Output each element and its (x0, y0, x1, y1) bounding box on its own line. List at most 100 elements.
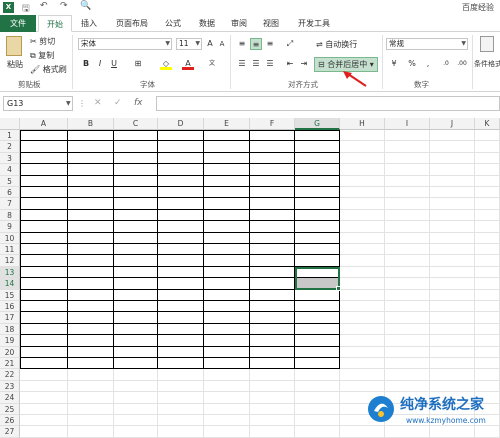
cell[interactable] (250, 221, 295, 232)
cell[interactable] (204, 244, 250, 255)
cell[interactable] (114, 187, 158, 198)
cell[interactable] (385, 267, 430, 278)
cell[interactable] (68, 426, 114, 437)
cell[interactable] (158, 187, 204, 198)
selected-range[interactable] (295, 267, 340, 290)
cell[interactable] (158, 358, 204, 369)
cell[interactable] (204, 187, 250, 198)
cell[interactable] (385, 244, 430, 255)
cell[interactable] (475, 301, 500, 312)
row-header-18[interactable]: 18 (0, 324, 20, 335)
cell[interactable] (114, 404, 158, 415)
cell[interactable] (475, 153, 500, 164)
cell[interactable] (250, 369, 295, 380)
cell[interactable] (68, 369, 114, 380)
row-header-26[interactable]: 26 (0, 415, 20, 426)
cell[interactable] (114, 426, 158, 437)
cell[interactable] (250, 426, 295, 437)
cell[interactable] (385, 324, 430, 335)
conditional-format-button[interactable]: 条件格式 (474, 59, 500, 69)
column-header-E[interactable]: E (204, 118, 250, 130)
cell[interactable] (295, 255, 340, 266)
cell[interactable] (295, 426, 340, 437)
currency-icon[interactable]: ¥ (388, 58, 400, 70)
cell[interactable] (340, 335, 385, 346)
column-header-A[interactable]: A (20, 118, 68, 130)
cell[interactable] (385, 221, 430, 232)
cell[interactable] (204, 426, 250, 437)
cell[interactable] (250, 233, 295, 244)
column-header-D[interactable]: D (158, 118, 204, 130)
cell[interactable] (385, 290, 430, 301)
cell[interactable] (114, 415, 158, 426)
cell[interactable] (158, 210, 204, 221)
cell[interactable] (295, 324, 340, 335)
cell[interactable] (20, 290, 68, 301)
cell[interactable] (475, 176, 500, 187)
cell[interactable] (114, 153, 158, 164)
cell[interactable] (204, 347, 250, 358)
cell[interactable] (158, 153, 204, 164)
cell[interactable] (158, 415, 204, 426)
row-header-23[interactable]: 23 (0, 381, 20, 392)
cell[interactable] (340, 358, 385, 369)
cell[interactable] (114, 278, 158, 289)
cell[interactable] (114, 164, 158, 175)
cell[interactable] (475, 198, 500, 209)
cell[interactable] (114, 301, 158, 312)
cell[interactable] (68, 301, 114, 312)
border-icon[interactable]: ⊞ (132, 58, 144, 70)
cell[interactable] (204, 255, 250, 266)
cell[interactable] (158, 369, 204, 380)
cell[interactable] (20, 210, 68, 221)
cell[interactable] (114, 233, 158, 244)
cell[interactable] (295, 221, 340, 232)
spreadsheet-grid[interactable]: ABCDEFGHIJK12345678910111213141516171819… (0, 118, 500, 432)
cell[interactable] (114, 335, 158, 346)
cell[interactable] (340, 198, 385, 209)
cell[interactable] (158, 392, 204, 403)
cell[interactable] (295, 335, 340, 346)
cell[interactable] (295, 187, 340, 198)
cell[interactable] (158, 255, 204, 266)
cell[interactable] (430, 312, 475, 323)
align-center-icon[interactable]: ☰ (250, 58, 262, 70)
row-header-27[interactable]: 27 (0, 426, 20, 437)
cell[interactable] (340, 301, 385, 312)
cell[interactable] (340, 221, 385, 232)
font-color-icon[interactable]: A (182, 58, 194, 70)
cell[interactable] (158, 278, 204, 289)
cell[interactable] (250, 312, 295, 323)
row-header-24[interactable]: 24 (0, 392, 20, 403)
cell[interactable] (340, 381, 385, 392)
cell[interactable] (20, 187, 68, 198)
cell[interactable] (68, 187, 114, 198)
cell[interactable] (20, 324, 68, 335)
format-painter-button[interactable]: 🖌 格式刷 (30, 64, 67, 75)
cell[interactable] (430, 369, 475, 380)
cell[interactable] (158, 324, 204, 335)
cell[interactable] (250, 347, 295, 358)
row-header-3[interactable]: 3 (0, 153, 20, 164)
cell[interactable] (114, 392, 158, 403)
cell[interactable] (20, 392, 68, 403)
number-format-select[interactable]: 常规▼ (386, 38, 468, 50)
cell[interactable] (114, 198, 158, 209)
tab-file[interactable]: 文件 (0, 15, 36, 32)
row-header-13[interactable]: 13 (0, 267, 20, 278)
cell[interactable] (295, 358, 340, 369)
wrap-text-button[interactable]: ⇌ 自动换行 (316, 39, 357, 50)
cell[interactable] (204, 176, 250, 187)
cell[interactable] (340, 347, 385, 358)
row-header-12[interactable]: 12 (0, 255, 20, 266)
cell[interactable] (250, 381, 295, 392)
row-header-4[interactable]: 4 (0, 164, 20, 175)
cell[interactable] (250, 255, 295, 266)
decrease-indent-icon[interactable]: ⇤ (284, 58, 296, 70)
cell[interactable] (295, 130, 340, 141)
cell[interactable] (158, 198, 204, 209)
cell[interactable] (68, 244, 114, 255)
cell[interactable] (68, 198, 114, 209)
cell[interactable] (295, 381, 340, 392)
cell[interactable] (68, 164, 114, 175)
